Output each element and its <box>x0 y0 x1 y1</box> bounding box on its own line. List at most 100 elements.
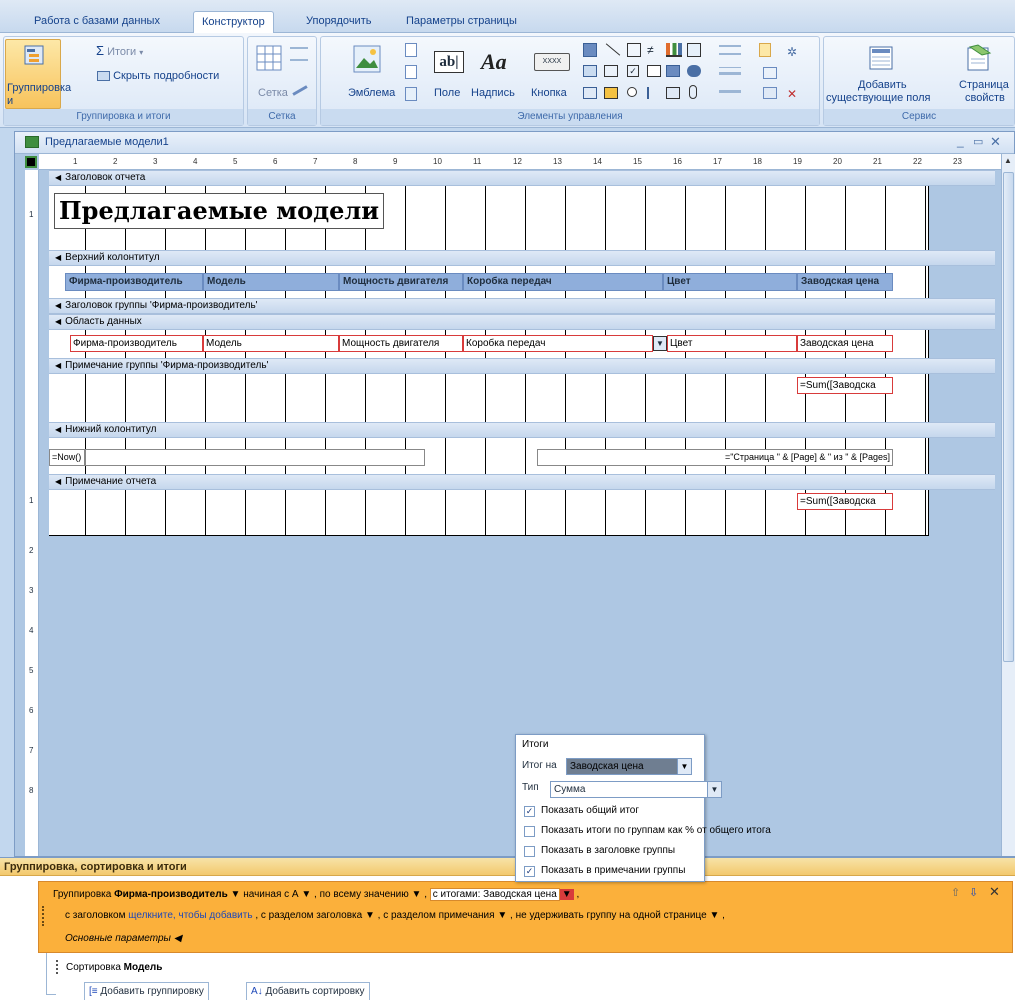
add-fields-label-1[interactable]: Добавить <box>858 79 907 92</box>
pen-icon[interactable] <box>292 85 308 96</box>
gridlines-icon[interactable] <box>290 47 308 61</box>
field-model[interactable]: Модель <box>203 335 339 352</box>
add-sort-button[interactable]: A↓ Добавить сортировку <box>246 982 370 1000</box>
move-up-icon[interactable]: ⇧ <box>951 886 960 899</box>
page-number-icon[interactable] <box>405 65 417 79</box>
subform-icon[interactable] <box>666 65 680 77</box>
combobox-icon[interactable] <box>583 65 597 77</box>
group-totals[interactable]: с итогами: Заводская цена <box>429 888 560 901</box>
date-time-icon[interactable] <box>405 87 417 101</box>
group-field[interactable]: Фирма-производитель <box>114 889 228 900</box>
add-fields-icon[interactable] <box>868 45 894 71</box>
button-label[interactable]: Кнопка <box>531 87 567 100</box>
chart-icon[interactable] <box>666 43 682 57</box>
header-power[interactable]: Мощность двигателя <box>339 273 463 291</box>
tab-page-setup[interactable]: Параметры страницы <box>398 11 525 33</box>
page-break-icon[interactable] <box>647 87 661 99</box>
footer-section-option[interactable]: с разделом примечания <box>383 910 494 921</box>
sort-level-block[interactable]: Сортировка Модель <box>56 958 556 978</box>
chevron-down-icon[interactable]: ▼ <box>709 910 719 921</box>
chevron-down-icon[interactable]: ▼ <box>497 910 507 921</box>
attachment-icon[interactable] <box>689 85 697 99</box>
property-sheet-label-2[interactable]: свойств <box>965 92 1005 105</box>
band-detail[interactable]: ◀ Область данных <box>49 314 995 330</box>
logo-label[interactable]: Эмблема <box>348 87 395 100</box>
group-order[interactable]: начиная с А <box>243 889 298 900</box>
chevron-down-icon[interactable]: ▼ <box>707 782 721 797</box>
now-field[interactable]: =Now() <box>49 449 85 466</box>
sort-field[interactable]: Модель <box>124 962 163 973</box>
field-factory-price[interactable]: Заводская цена <box>797 335 893 352</box>
report-footer-area[interactable]: =Sum([Заводска <box>49 490 929 536</box>
band-report-footer[interactable]: ◀ Примечание отчета <box>49 474 995 490</box>
radio-icon[interactable] <box>627 87 637 97</box>
field-manufacturer[interactable]: Фирма-производитель <box>70 335 203 352</box>
chevron-left-icon[interactable]: ◀ <box>174 933 182 944</box>
line-width-icon[interactable] <box>719 67 741 75</box>
chevron-down-icon[interactable]: ▼ <box>231 889 241 900</box>
tab-database-tools[interactable]: Работа с базами данных <box>26 11 168 33</box>
type-select[interactable]: Сумма ▼ <box>550 781 722 798</box>
report-selector[interactable] <box>25 156 37 168</box>
add-fields-label-2[interactable]: существующие поля <box>826 92 931 105</box>
page-number-field[interactable]: ="Страница " & [Page] & " из " & [Pages] <box>537 449 893 466</box>
move-down-icon[interactable]: ⇩ <box>969 886 978 899</box>
header-model[interactable]: Модель <box>203 273 339 291</box>
report-title-label[interactable]: Предлагаемые модели <box>54 193 384 229</box>
tab-control-icon[interactable] <box>583 43 597 57</box>
line-color-icon[interactable] <box>719 45 741 55</box>
scroll-up-icon[interactable]: ▲ <box>1004 156 1012 165</box>
band-page-header[interactable]: ◀ Верхний колонтитул <box>49 250 995 266</box>
group-sum-field[interactable]: =Sum([Заводска <box>797 377 893 394</box>
button-icon[interactable]: XXXX <box>534 53 570 71</box>
show-in-footer-checkbox[interactable]: ✓ <box>524 866 535 877</box>
insert-object-icon[interactable] <box>763 87 777 99</box>
group-footer-area[interactable]: =Sum([Заводска <box>49 374 929 422</box>
field-gearbox[interactable]: Коробка передач <box>463 335 653 352</box>
vertical-scrollbar[interactable]: ▲ <box>1001 154 1015 856</box>
add-group-button[interactable]: [≡ Добавить группировку <box>84 982 209 1000</box>
chevron-down-icon[interactable]: ▼ <box>412 889 422 900</box>
tab-design[interactable]: Конструктор <box>193 11 274 34</box>
logo-icon[interactable] <box>353 45 381 73</box>
select-icon[interactable] <box>759 43 771 57</box>
drag-handle-icon[interactable] <box>56 960 60 974</box>
maximize-icon[interactable]: ▭ <box>973 135 983 148</box>
field-power[interactable]: Мощность двигателя <box>339 335 463 352</box>
chevron-down-icon[interactable]: ▼ <box>365 910 375 921</box>
totals-button[interactable]: Σ Итоги ▾ <box>96 43 143 58</box>
minimize-icon[interactable]: _ <box>957 134 964 148</box>
chevron-down-icon[interactable]: ▼ <box>559 889 574 900</box>
drag-handle-icon[interactable] <box>42 906 46 926</box>
field-color[interactable]: Цвет <box>667 335 797 352</box>
page-header-area[interactable]: Фирма-производитель Модель Мощность двиг… <box>49 266 929 298</box>
group-interval[interactable]: по всему значению <box>320 889 409 900</box>
basic-params-link[interactable]: Основные параметры <box>65 933 171 944</box>
insert-chart-icon[interactable] <box>763 67 777 79</box>
property-sheet-icon[interactable] <box>964 43 994 73</box>
title-icon[interactable] <box>405 43 417 57</box>
band-page-footer[interactable]: ◀ Нижний колонтитул <box>49 422 995 438</box>
report-sum-field[interactable]: =Sum([Заводска <box>797 493 893 510</box>
total-on-select[interactable]: Заводская цена ▼ <box>566 758 692 775</box>
band-group-footer[interactable]: ◀ Примечание группы 'Фирма-производитель' <box>49 358 995 374</box>
chevron-down-icon[interactable]: ▼ <box>677 759 691 774</box>
band-group-header[interactable]: ◀ Заголовок группы 'Фирма-производитель' <box>49 298 995 314</box>
frame-icon[interactable] <box>604 65 618 77</box>
header-factory-price[interactable]: Заводская цена <box>797 273 893 291</box>
report-header-area[interactable]: Предлагаемые модели <box>49 186 929 250</box>
list-icon[interactable] <box>687 43 701 57</box>
group-level-block[interactable]: Группировка Фирма-производитель ▼ начина… <box>38 881 1013 953</box>
header-gearbox[interactable]: Коробка передач <box>463 273 663 291</box>
object-frame-icon[interactable] <box>604 87 618 99</box>
click-to-add-link[interactable]: щелкните, чтобы добавить <box>128 910 252 921</box>
checkbox-icon[interactable]: ✓ <box>627 65 639 77</box>
field-label[interactable]: Поле <box>434 87 460 100</box>
line-icon[interactable] <box>605 43 621 56</box>
scroll-thumb[interactable] <box>1003 172 1014 662</box>
grid-icon[interactable] <box>256 45 282 71</box>
header-manufacturer[interactable]: Фирма-производитель <box>65 273 203 291</box>
combo-dropdown-icon[interactable]: ▼ <box>653 336 667 351</box>
header-color[interactable]: Цвет <box>663 273 797 291</box>
bound-object-icon[interactable] <box>666 87 680 99</box>
